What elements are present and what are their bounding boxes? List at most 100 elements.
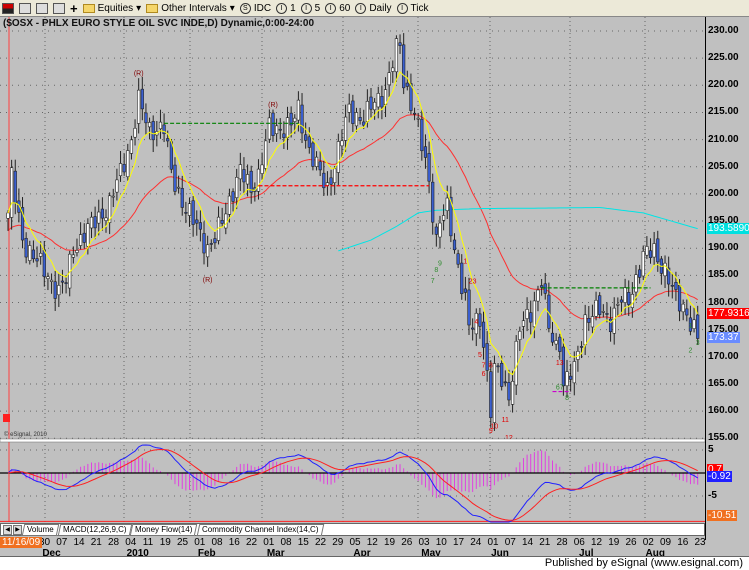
candle	[158, 109, 163, 139]
candle-body	[652, 243, 656, 258]
candle	[492, 355, 497, 431]
candle	[587, 306, 591, 331]
macd-tick-label: 5	[708, 444, 714, 455]
tab-volume[interactable]: Volume	[21, 523, 59, 536]
date-tick-label: 01	[194, 537, 206, 548]
candle	[264, 129, 268, 173]
copyright-label: © eSignal, 2010	[4, 432, 47, 438]
tab-prev-button[interactable]: ◀	[3, 524, 12, 535]
candle-body	[24, 237, 28, 258]
price-tick-label: 220.00	[708, 79, 739, 91]
candle-body	[104, 217, 108, 221]
date-tick-label: 22	[245, 537, 258, 548]
price-axis[interactable]: 230.00 225.00 220.00 215.00 210.00 205.00 200.…	[705, 17, 749, 540]
count-annotation: 13	[556, 360, 564, 367]
price-tick-label: 155.00	[708, 432, 739, 444]
candle	[398, 34, 402, 54]
price-tick-label: 165.00	[708, 377, 739, 389]
candle-body	[75, 250, 79, 253]
candle	[670, 272, 674, 299]
candle	[314, 151, 319, 171]
date-tick-label: 12	[590, 537, 603, 548]
price-tag: 177.9316	[707, 307, 749, 319]
tab-cci[interactable]: Commodity Channel Index(14,C)	[196, 523, 324, 536]
date-tick-label: 21	[539, 537, 551, 548]
candle-body	[242, 169, 246, 183]
panel-divider	[0, 438, 705, 443]
candle-body	[93, 216, 97, 229]
candle	[518, 326, 522, 352]
candle-body	[605, 313, 609, 315]
date-tick-label: 05	[349, 537, 361, 548]
candle	[485, 331, 489, 382]
candle-body	[343, 116, 348, 141]
candle	[478, 307, 482, 339]
candle	[260, 152, 264, 180]
candle-body	[271, 112, 275, 136]
candle-body	[554, 340, 558, 345]
candle-body	[503, 381, 507, 384]
date-tick-label: 06	[573, 537, 585, 548]
candle	[209, 239, 213, 252]
tab-macd[interactable]: MACD(12,26,9,C)	[57, 523, 132, 536]
candle-body	[481, 321, 486, 348]
candle	[282, 121, 286, 149]
tab-label: Volume	[27, 524, 54, 534]
candle	[474, 308, 478, 347]
date-tick-label: 19	[383, 537, 396, 548]
tab-next-button[interactable]: ▶	[13, 524, 22, 535]
candle-body	[173, 164, 177, 192]
candle	[275, 118, 279, 142]
candle-body	[594, 299, 598, 317]
candle	[441, 204, 446, 231]
price-chart[interactable]: (R)(R)(R) 789 12345768910111213678123	[0, 0, 705, 523]
candle	[89, 211, 94, 238]
candle	[579, 341, 584, 359]
candle-body	[213, 238, 217, 244]
candle	[347, 93, 351, 123]
candle	[325, 171, 330, 196]
candle	[118, 151, 123, 182]
macd-line	[7, 444, 698, 523]
date-tick-label: 03	[418, 537, 430, 548]
candle-body	[133, 127, 137, 138]
count-annotation: 7	[431, 278, 435, 285]
candle	[358, 107, 362, 125]
candle-body	[572, 361, 576, 384]
candle-body	[260, 164, 264, 174]
candle-body	[71, 254, 75, 258]
candle-body	[224, 213, 228, 229]
candle-body	[438, 222, 442, 238]
candle	[24, 232, 28, 264]
candle-body	[696, 314, 700, 339]
candle-body	[471, 327, 475, 330]
candle-body	[57, 285, 61, 296]
candle	[93, 206, 97, 240]
candle	[369, 87, 373, 118]
ma-long-line	[338, 207, 698, 252]
candle	[402, 33, 406, 95]
tab-money-flow[interactable]: Money Flow(14)	[129, 523, 198, 536]
candle-body	[158, 121, 163, 130]
candle-body	[129, 139, 134, 154]
date-tick-label: 14	[521, 537, 534, 548]
candle	[173, 157, 177, 196]
candle	[376, 86, 380, 119]
candle	[60, 269, 65, 294]
candle-body	[579, 346, 584, 348]
candle	[57, 272, 61, 307]
candle-body	[13, 170, 17, 204]
candle-body	[405, 82, 409, 87]
candle-body	[431, 181, 435, 223]
candle-body	[6, 212, 10, 219]
candle	[53, 270, 57, 311]
candle-body	[507, 381, 511, 401]
candle	[387, 61, 391, 98]
candle	[322, 160, 326, 196]
date-tick-label: 16	[677, 537, 689, 548]
price-tick-label: 185.00	[708, 269, 739, 281]
candle	[558, 333, 562, 360]
candle-body	[97, 211, 101, 224]
candle-body	[184, 212, 188, 214]
price-tag: 173.37	[707, 332, 740, 344]
